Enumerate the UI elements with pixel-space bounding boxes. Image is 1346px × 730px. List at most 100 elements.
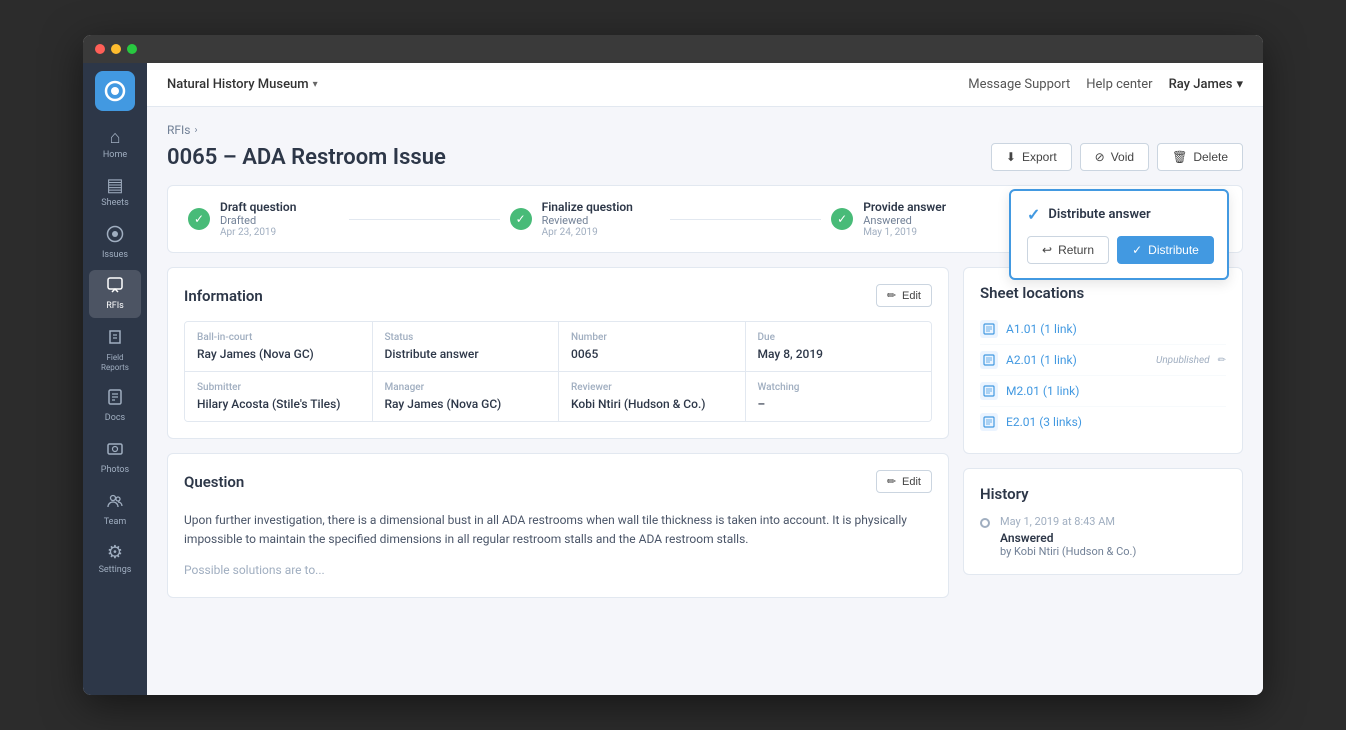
- step-finalize-sub: Reviewed: [542, 214, 633, 227]
- sidebar-label-team: Team: [104, 517, 127, 528]
- page-actions: ⬇ Export ⊘ Void 🗑 Delete: [991, 143, 1243, 171]
- edit-label: Edit: [902, 290, 921, 302]
- sidebar-item-docs[interactable]: Docs: [89, 382, 141, 430]
- progress-section: ✓ Draft question Drafted Apr 23, 2019 ✓: [167, 185, 1243, 253]
- label-due: Due: [758, 332, 920, 343]
- information-edit-button[interactable]: ✏ Edit: [876, 284, 932, 307]
- sheet-loc-label-e201: E2.01 (3 links): [1006, 415, 1082, 429]
- nav-left: Natural History Museum ▾: [167, 77, 318, 92]
- step-finalize: ✓ Finalize question Reviewed Apr 24, 201…: [510, 200, 661, 238]
- delete-button[interactable]: 🗑 Delete: [1157, 143, 1243, 171]
- popup-actions: ↩ Return ✓ Distribute: [1027, 236, 1211, 264]
- value-manager: Ray James (Nova GC): [385, 397, 547, 411]
- label-number: Number: [571, 332, 733, 343]
- step-draft-date: Apr 23, 2019: [220, 227, 296, 238]
- field-ball-in-court: Ball-in-court Ray James (Nova GC): [185, 322, 372, 371]
- sheet-loc-item-e201[interactable]: E2.01 (3 links): [980, 407, 1226, 437]
- sidebar-item-home[interactable]: ⌂ Home: [89, 123, 141, 167]
- export-icon: ⬇: [1006, 150, 1016, 164]
- distribute-popup: ✓ Distribute answer ↩ Return ✓ Distribut…: [1009, 189, 1229, 280]
- page-header: 0065 – ADA Restroom Issue ⬇ Export ⊘ Voi…: [167, 143, 1243, 171]
- information-header: Information ✏ Edit: [184, 284, 932, 307]
- sidebar-label-field-reports: Field Reports: [93, 353, 137, 372]
- label-reviewer: Reviewer: [571, 382, 733, 393]
- value-reviewer: Kobi Ntiri (Hudson & Co.): [571, 397, 733, 411]
- export-button[interactable]: ⬇ Export: [991, 143, 1072, 171]
- question-edit-label: Edit: [902, 476, 921, 488]
- sheet-loc-item-a201[interactable]: A2.01 (1 link) Unpublished ✏: [980, 345, 1226, 376]
- breadcrumb-chevron: ›: [194, 125, 197, 136]
- sidebar-item-issues[interactable]: Issues: [89, 219, 141, 267]
- distribute-button[interactable]: ✓ Distribute: [1117, 236, 1214, 264]
- label-submitter: Submitter: [197, 382, 360, 393]
- sheet-loc-label-a101: A1.01 (1 link): [1006, 322, 1077, 336]
- chrome-minimize[interactable]: [111, 44, 121, 54]
- sheets-icon: ▤: [106, 177, 123, 195]
- sidebar-item-sheets[interactable]: ▤ Sheets: [89, 171, 141, 215]
- field-status: Status Distribute answer: [372, 322, 559, 371]
- label-status: Status: [385, 332, 547, 343]
- export-label: Export: [1022, 150, 1057, 164]
- history-action-0: Answered: [1000, 531, 1136, 545]
- step-connector-2: [670, 219, 821, 220]
- question-title: Question: [184, 473, 244, 491]
- page-title: 0065 – ADA Restroom Issue: [167, 145, 446, 170]
- settings-icon: ⚙: [107, 544, 123, 562]
- sheet-loc-item-m201[interactable]: M2.01 (1 link): [980, 376, 1226, 407]
- sheet-loc-label-m201: M2.01 (1 link): [1006, 384, 1079, 398]
- app-logo: [95, 71, 135, 111]
- sheet-loc-label-a201: A2.01 (1 link): [1006, 353, 1077, 367]
- return-button[interactable]: ↩ Return: [1027, 236, 1109, 264]
- unpublished-badge-a201: Unpublished: [1156, 355, 1210, 366]
- step-provide-info: Provide answer Answered May 1, 2019: [863, 200, 946, 238]
- value-due: May 8, 2019: [758, 347, 920, 361]
- sidebar-label-home: Home: [103, 150, 127, 161]
- sidebar-label-photos: Photos: [101, 465, 129, 476]
- void-label: Void: [1111, 150, 1134, 164]
- sidebar-label-sheets: Sheets: [101, 198, 128, 209]
- info-row-1: Ball-in-court Ray James (Nova GC) Status…: [185, 322, 931, 371]
- main-grid: Information ✏ Edit Ball-in-court: [167, 267, 1243, 612]
- label-ball-in-court: Ball-in-court: [197, 332, 360, 343]
- step-finalize-info: Finalize question Reviewed Apr 24, 2019: [542, 200, 633, 238]
- label-watching: Watching: [758, 382, 920, 393]
- chrome-close[interactable]: [95, 44, 105, 54]
- sidebar-item-team[interactable]: Team: [89, 486, 141, 534]
- question-edit-button[interactable]: ✏ Edit: [876, 470, 932, 493]
- field-reports-icon: [106, 328, 124, 350]
- sheet-icon-m201: [980, 382, 998, 400]
- step-draft-sub: Drafted: [220, 214, 296, 227]
- sidebar-label-docs: Docs: [105, 413, 125, 424]
- sheet-locations-card: Sheet locations A1.01 (1 link): [963, 267, 1243, 454]
- history-content-0: May 1, 2019 at 8:43 AM Answered by Kobi …: [1000, 515, 1136, 558]
- step-draft-title: Draft question: [220, 200, 296, 214]
- step-draft-icon: ✓: [188, 208, 210, 230]
- sidebar-item-field-reports[interactable]: Field Reports: [89, 322, 141, 378]
- help-center-link[interactable]: Help center: [1086, 77, 1152, 92]
- user-menu[interactable]: Ray James ▾: [1169, 77, 1243, 92]
- message-support-link[interactable]: Message Support: [968, 77, 1070, 92]
- project-chevron: ▾: [313, 79, 318, 90]
- question-card: Question ✏ Edit Upon further investigati…: [167, 453, 949, 598]
- sidebar-item-settings[interactable]: ⚙ Settings: [89, 538, 141, 582]
- value-number: 0065: [571, 347, 733, 361]
- void-button[interactable]: ⊘ Void: [1080, 143, 1149, 171]
- information-title: Information: [184, 287, 263, 305]
- question-text: Upon further investigation, there is a d…: [184, 507, 932, 549]
- sheet-loc-item-a101[interactable]: A1.01 (1 link): [980, 314, 1226, 345]
- sheet-icon-a101: [980, 320, 998, 338]
- sidebar-item-rfis[interactable]: RFIs: [89, 270, 141, 318]
- question-header: Question ✏ Edit: [184, 470, 932, 493]
- sheet-edit-icon-a201[interactable]: ✏: [1218, 355, 1226, 366]
- rfis-icon: [106, 276, 124, 298]
- step-provide-date: May 1, 2019: [863, 227, 946, 238]
- field-reviewer: Reviewer Kobi Ntiri (Hudson & Co.): [558, 372, 745, 421]
- project-selector[interactable]: Natural History Museum ▾: [167, 77, 318, 92]
- sidebar-item-photos[interactable]: Photos: [89, 434, 141, 482]
- breadcrumb-parent[interactable]: RFIs: [167, 123, 190, 137]
- sheet-locations-title: Sheet locations: [980, 284, 1226, 302]
- question-text-2: Possible solutions are to...: [184, 557, 932, 580]
- chrome-maximize[interactable]: [127, 44, 137, 54]
- nav-right: Message Support Help center Ray James ▾: [968, 77, 1243, 92]
- step-finalize-title: Finalize question: [542, 200, 633, 214]
